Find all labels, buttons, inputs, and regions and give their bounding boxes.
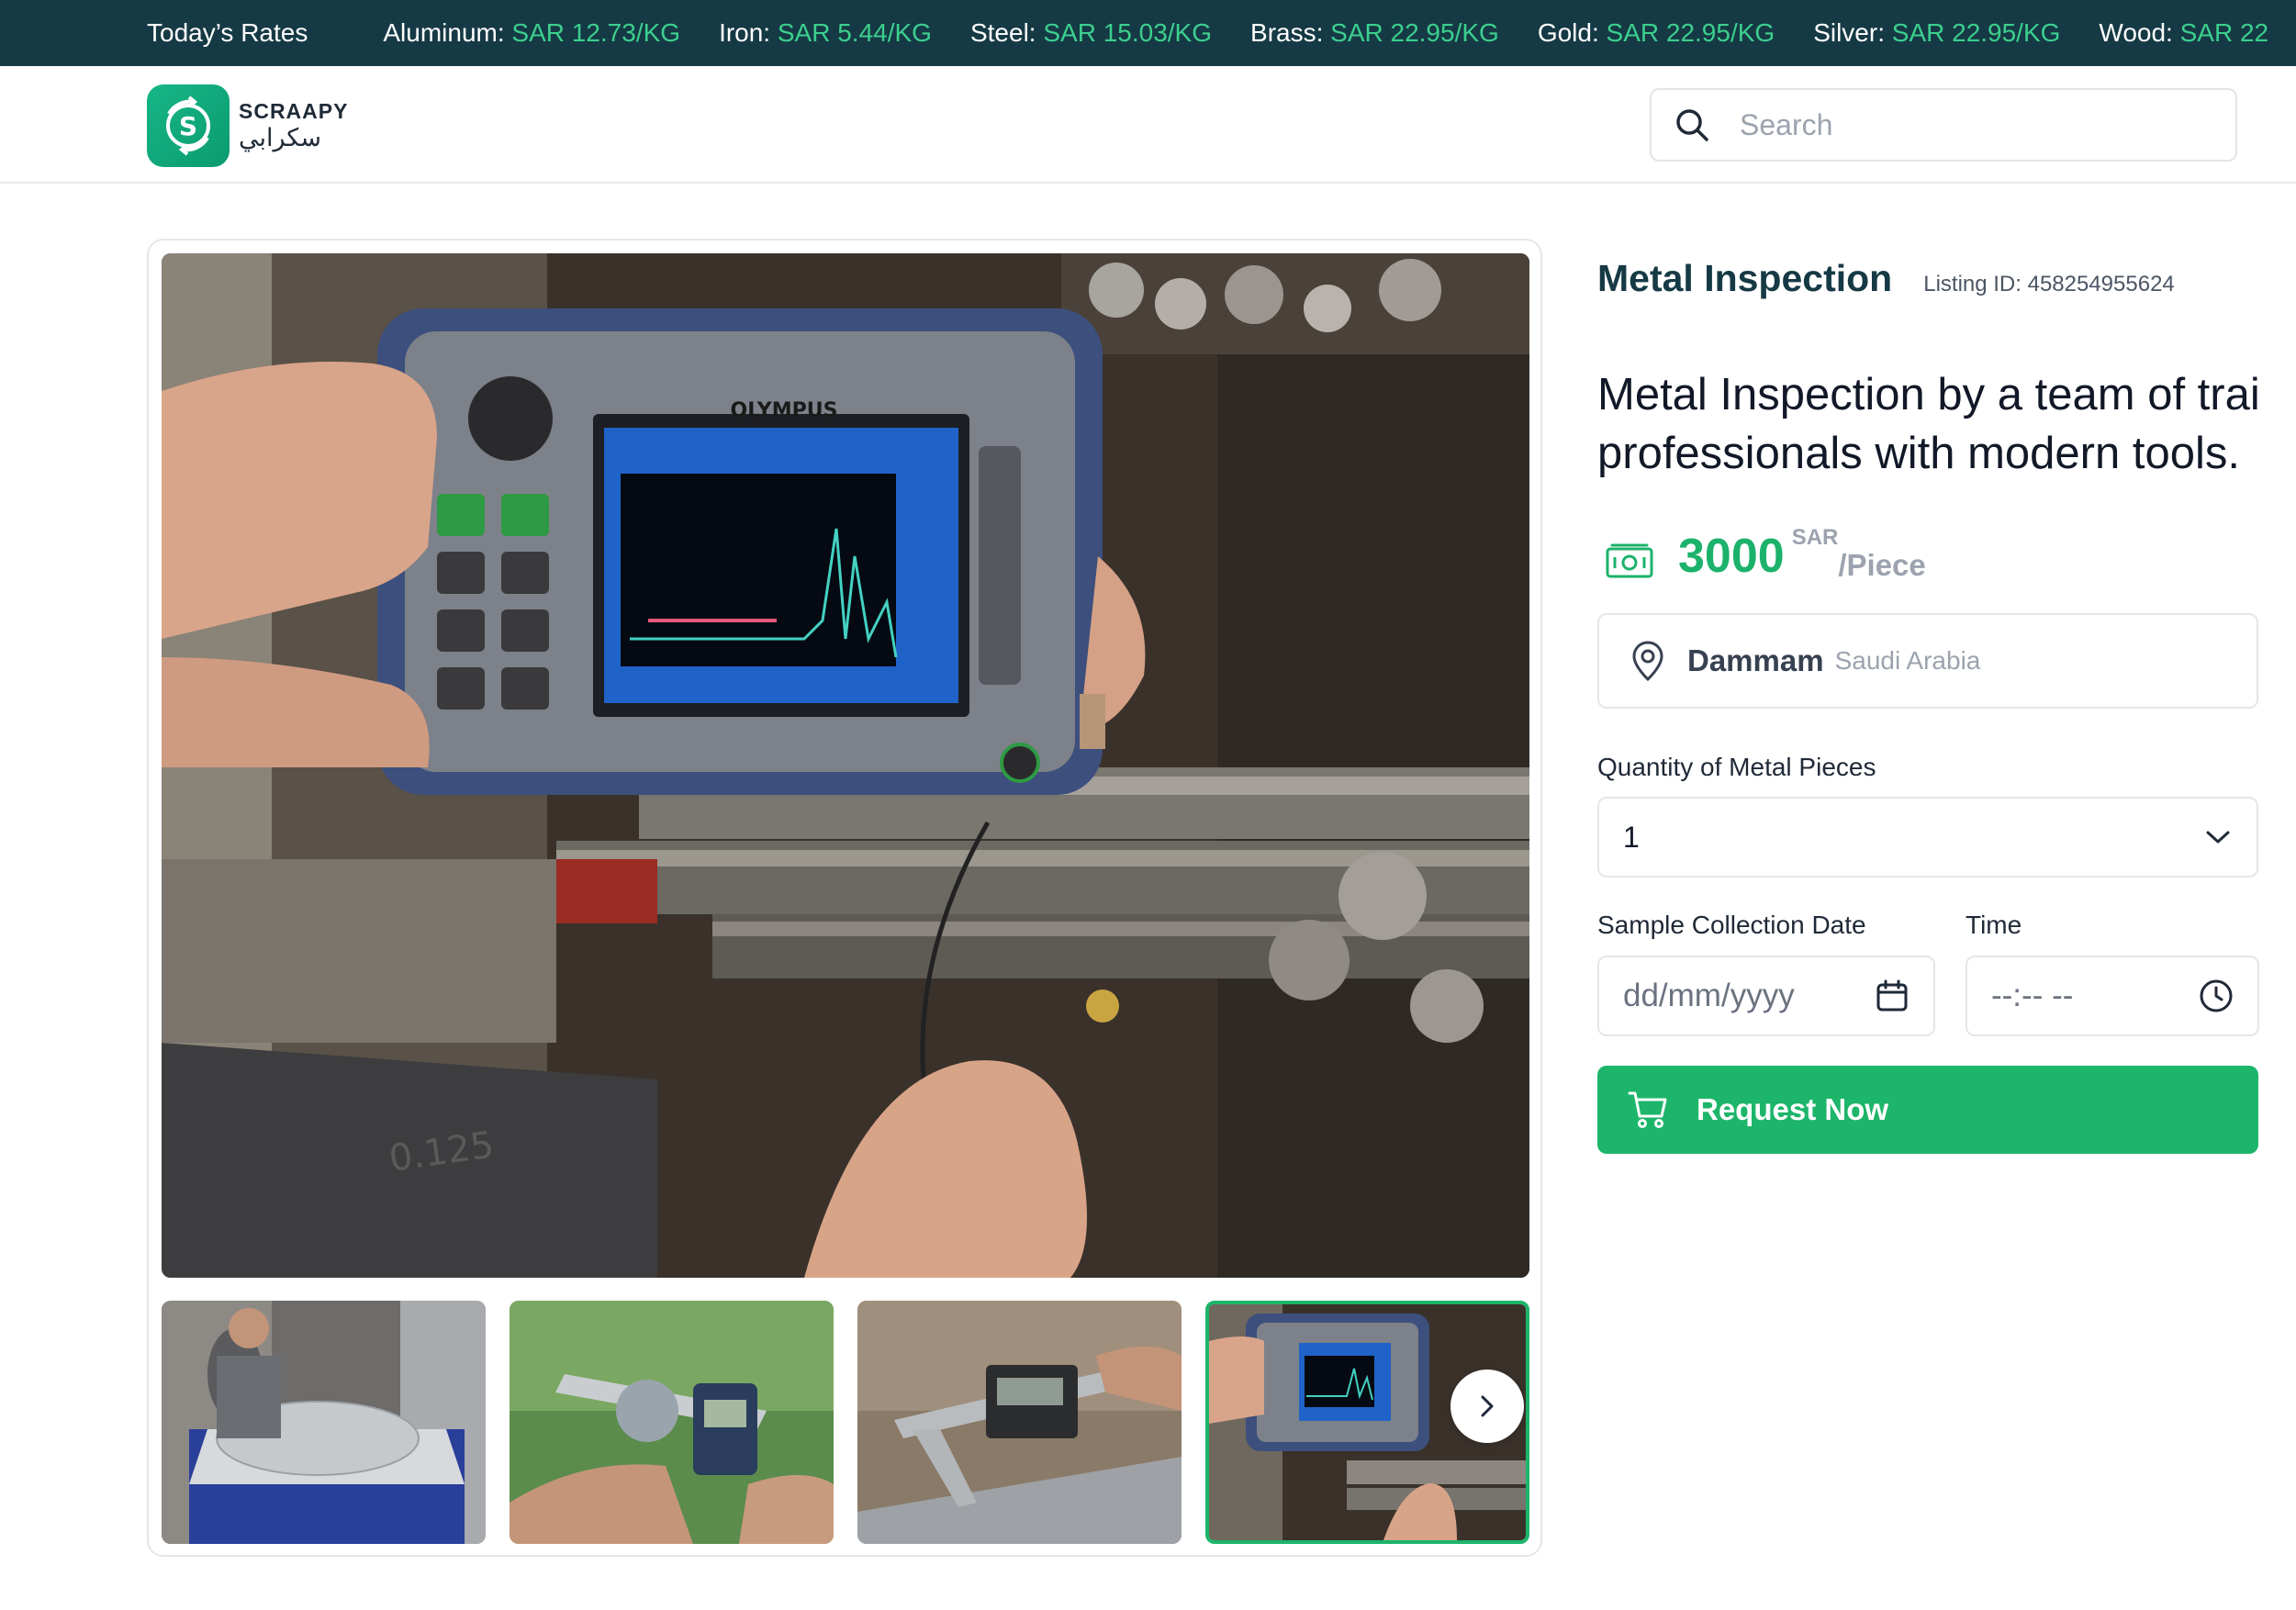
rate-name: Iron: (719, 18, 771, 47)
clock-icon[interactable] (2199, 978, 2234, 1013)
description-line: professionals with modern tools. (1597, 429, 2240, 478)
location-country: Saudi Arabia (1834, 646, 1981, 675)
date-label: Sample Collection Date (1597, 911, 1866, 939)
rate-name: Steel: (969, 18, 1036, 47)
thumbnail-3[interactable] (857, 1301, 1182, 1544)
date-input[interactable]: dd/mm/yyyy (1597, 956, 1935, 1036)
cart-icon (1628, 1091, 1667, 1128)
description-line: Metal Inspection by a team of trai (1597, 370, 2260, 419)
price: 3000 SAR /Piece (1605, 525, 1926, 580)
time-label: Time (1966, 911, 2022, 939)
rate-silver: Silver: SAR 22.95/KG (1813, 18, 2060, 48)
price-unit: /Piece (1838, 548, 1926, 582)
gallery-next-button[interactable] (1450, 1370, 1524, 1443)
chevron-down-icon (2206, 831, 2230, 844)
rate-name: Brass: (1250, 18, 1324, 47)
search-icon[interactable] (1674, 106, 1710, 143)
request-now-label: Request Now (1697, 1092, 1889, 1126)
rates-ticker: Today’s Rates Aluminum: SAR 12.73/KG Iro… (0, 0, 2296, 66)
rate-value: SAR 22.95/KG (1891, 18, 2061, 47)
rate-value: SAR 22 (2179, 18, 2269, 47)
listing-details: Metal Inspection Listing ID: 45825495562… (1597, 257, 2296, 1154)
listing-description: Metal Inspection by a team of trai profe… (1597, 365, 2295, 483)
quantity-value: 1 (1623, 820, 1640, 854)
rate-name: Silver: (1813, 18, 1885, 47)
site-header: S SCRAAPY سكرابي (0, 66, 2296, 184)
calendar-icon[interactable] (1875, 978, 1910, 1013)
rate-value: SAR 22.95/KG (1606, 18, 1775, 47)
rate-name: Wood: (2099, 18, 2173, 47)
search-box (1650, 88, 2237, 162)
price-value: 3000 (1678, 530, 1785, 583)
rate-brass: Brass: SAR 22.95/KG (1250, 18, 1499, 48)
rate-value: SAR 15.03/KG (1043, 18, 1213, 47)
rate-iron: Iron: SAR 5.44/KG (719, 18, 932, 48)
thumbnail-2[interactable] (510, 1301, 834, 1544)
chevron-right-icon (1481, 1395, 1494, 1417)
listing-title: Metal Inspection (1597, 257, 1893, 299)
rate-value: SAR 5.44/KG (777, 18, 932, 47)
rate-name: Aluminum: (383, 18, 505, 47)
quantity-select[interactable]: 1 (1597, 797, 2258, 878)
image-gallery: OLYMPUS 0.125 (147, 239, 1542, 1557)
map-pin-icon (1632, 641, 1663, 682)
rate-name: Gold: (1537, 18, 1599, 47)
rate-wood: Wood: SAR 22 (2099, 18, 2268, 48)
request-now-button[interactable]: Request Now (1597, 1066, 2258, 1154)
rate-steel: Steel: SAR 15.03/KG (970, 18, 1212, 48)
svg-text:S: S (179, 111, 197, 141)
rates-title: Today’s Rates (147, 18, 308, 47)
logo-icon: S (147, 84, 230, 167)
time-input[interactable]: --:-- -- (1966, 956, 2259, 1036)
rate-gold: Gold: SAR 22.95/KG (1538, 18, 1775, 48)
thumbnail-strip (162, 1301, 1529, 1544)
logo-wordmark-arabic: سكرابي (239, 124, 321, 152)
listing-id: Listing ID: 458254955624 (1923, 272, 2175, 296)
svg-text:OLYMPUS: OLYMPUS (731, 399, 838, 422)
date-placeholder: dd/mm/yyyy (1623, 978, 1795, 1013)
time-placeholder: --:-- -- (1991, 978, 2074, 1013)
quantity-label: Quantity of Metal Pieces (1597, 753, 1876, 781)
thumbnail-1[interactable] (162, 1301, 486, 1544)
location-city: Dammam (1687, 643, 1824, 677)
location-box: Dammam Saudi Arabia (1597, 613, 2258, 709)
site-logo[interactable]: S SCRAAPY سكرابي (147, 84, 348, 167)
cash-icon (1606, 543, 1653, 578)
search-input[interactable] (1738, 106, 2215, 143)
rate-value: SAR 22.95/KG (1330, 18, 1499, 47)
logo-wordmark: SCRAAPY (239, 99, 349, 123)
rate-aluminum: Aluminum: SAR 12.73/KG (383, 18, 680, 48)
rate-value: SAR 12.73/KG (511, 18, 681, 47)
price-currency: SAR (1791, 525, 1839, 550)
main-product-image[interactable]: OLYMPUS 0.125 (162, 253, 1529, 1278)
